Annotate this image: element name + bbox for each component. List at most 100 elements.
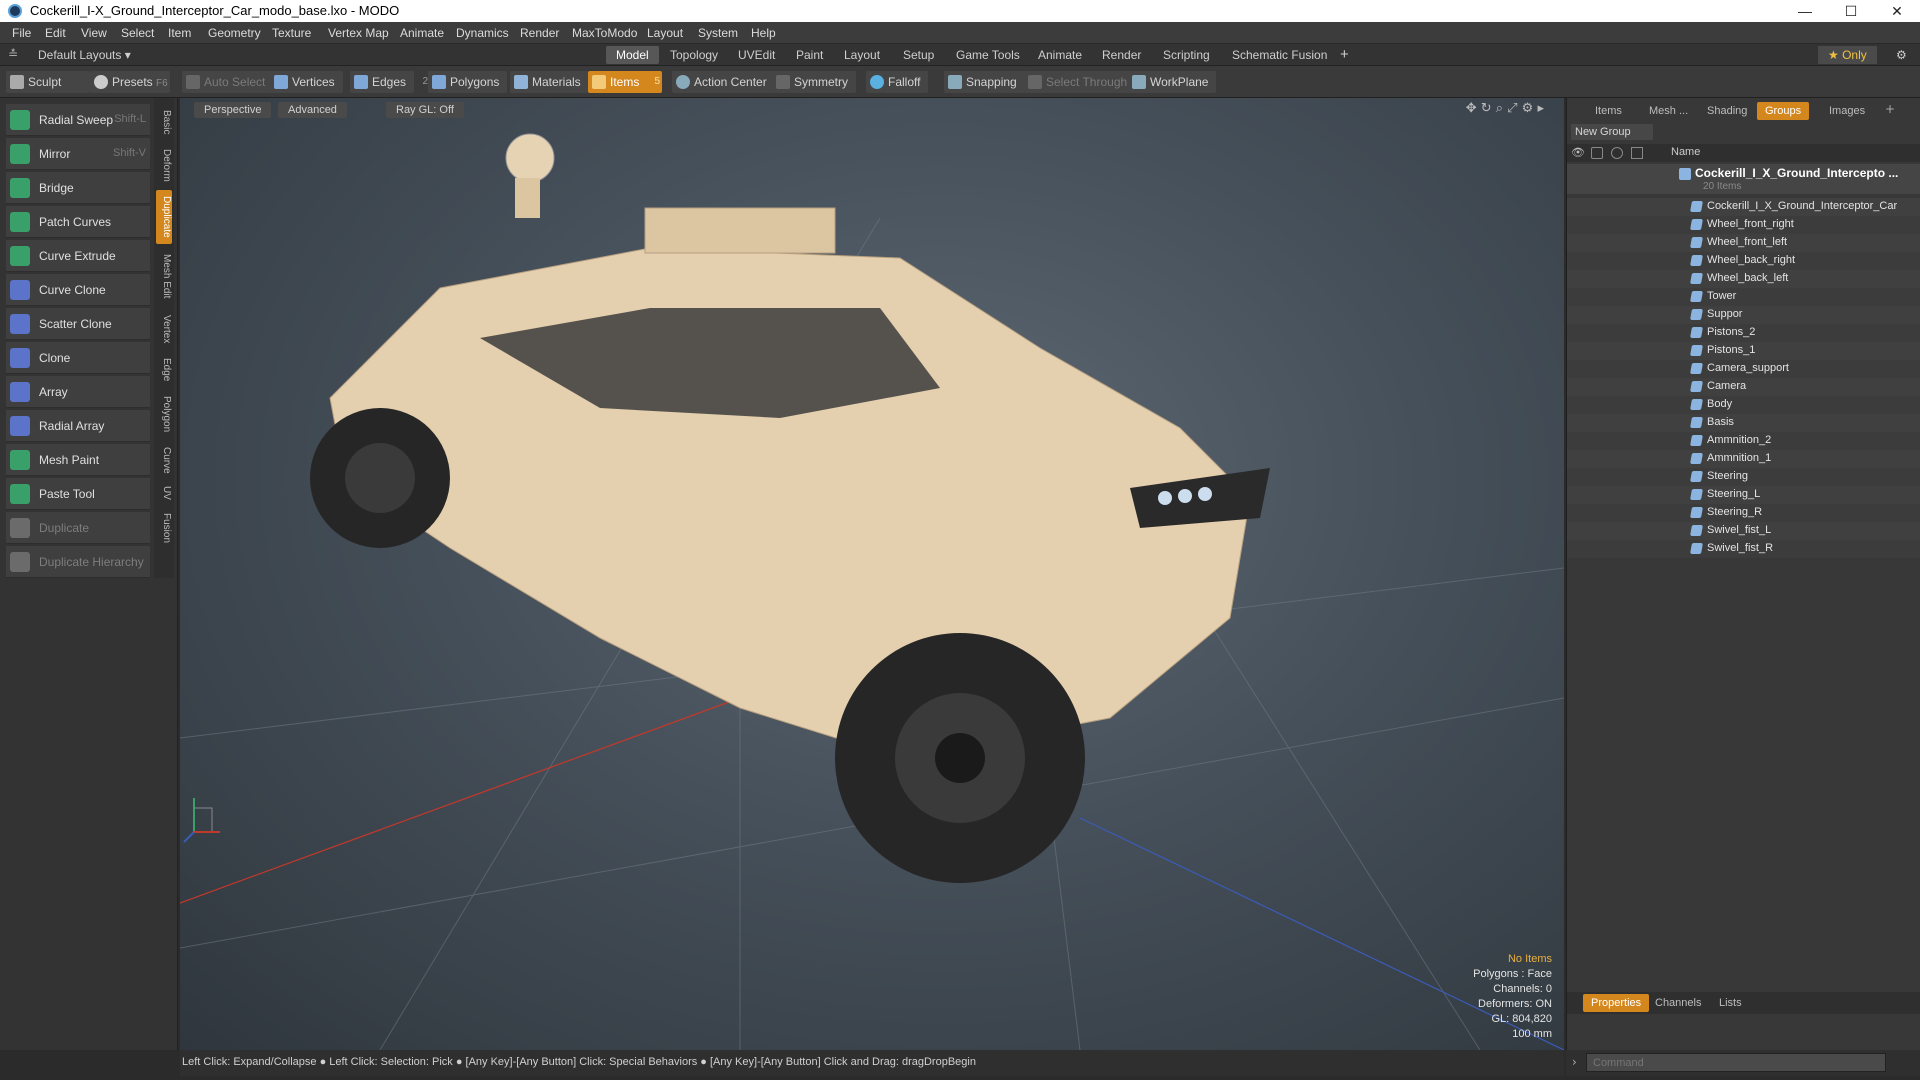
layout-menu-icon[interactable]: ≛: [8, 47, 18, 61]
group-item-row[interactable]: Tower: [1567, 288, 1920, 306]
group-item-row[interactable]: Swivel_fist_R: [1567, 540, 1920, 558]
menu-edit[interactable]: Edit: [45, 26, 66, 40]
default-layouts-dropdown[interactable]: Default Layouts ▾: [28, 46, 141, 64]
falloff-button[interactable]: Falloff: [866, 71, 929, 93]
curve-clone-tool[interactable]: Curve Clone: [6, 274, 150, 306]
mesh-paint-tool[interactable]: Mesh Paint: [6, 444, 150, 476]
menu-file[interactable]: File: [12, 26, 31, 40]
menu-geometry[interactable]: Geometry: [208, 26, 261, 40]
workplane-button[interactable]: WorkPlane: [1128, 71, 1217, 93]
group-item-row[interactable]: Suppor: [1567, 306, 1920, 324]
group-item-row[interactable]: Swivel_fist_L: [1567, 522, 1920, 540]
duplicate-tool[interactable]: Duplicate: [6, 512, 150, 544]
array-tool[interactable]: Array: [6, 376, 150, 408]
new-group-button[interactable]: New Group: [1571, 124, 1653, 140]
add-tab-button[interactable]: +: [1330, 46, 1359, 64]
menu-view[interactable]: View: [81, 26, 107, 40]
tab-curve[interactable]: Curve: [156, 442, 172, 478]
tab-game-tools[interactable]: Game Tools: [946, 46, 1030, 64]
tab-deform[interactable]: Deform: [156, 144, 172, 186]
menu-item[interactable]: Item: [168, 26, 191, 40]
edges-button[interactable]: Edges 2: [350, 71, 428, 93]
group-item-row[interactable]: Steering_R: [1567, 504, 1920, 522]
sculpt-button[interactable]: Sculpt: [6, 71, 90, 93]
close-button[interactable]: ✕: [1874, 0, 1920, 22]
menu-vertex-map[interactable]: Vertex Map: [328, 26, 389, 40]
menu-select[interactable]: Select: [121, 26, 154, 40]
action-center-button[interactable]: Action Center: [672, 71, 775, 93]
command-input[interactable]: [1586, 1053, 1886, 1072]
tab-uv[interactable]: UV: [156, 482, 172, 504]
symmetry-button[interactable]: Symmetry: [772, 71, 856, 93]
tab-edge[interactable]: Edge: [156, 354, 172, 386]
patch-curves-tool[interactable]: Patch Curves: [6, 206, 150, 238]
tab-shading[interactable]: Shading: [1699, 102, 1755, 120]
bridge-tool[interactable]: Bridge: [6, 172, 150, 204]
render-toggle-icon[interactable]: [1591, 147, 1603, 159]
tab-fusion[interactable]: Fusion: [156, 508, 172, 548]
maximize-button[interactable]: ☐: [1828, 0, 1874, 22]
select-toggle-icon[interactable]: [1631, 147, 1643, 159]
presets-button[interactable]: Presets F6: [90, 71, 170, 93]
tab-polygon[interactable]: Polygon: [156, 390, 172, 438]
paste-tool[interactable]: Paste Tool: [6, 478, 150, 510]
clone-tool[interactable]: Clone: [6, 342, 150, 374]
group-row[interactable]: Cockerill_I_X_Ground_Intercepto ... 20 I…: [1567, 164, 1920, 194]
group-item-row[interactable]: Ammnition_1: [1567, 450, 1920, 468]
group-item-row[interactable]: Wheel_front_right: [1567, 216, 1920, 234]
tab-mesh-edit[interactable]: Mesh Edit: [156, 248, 172, 304]
group-item-row[interactable]: Ammnition_2: [1567, 432, 1920, 450]
scatter-clone-tool[interactable]: Scatter Clone: [6, 308, 150, 340]
curve-extrude-tool[interactable]: Curve Extrude: [6, 240, 150, 272]
menu-system[interactable]: System: [698, 26, 738, 40]
tab-animate[interactable]: Animate: [1028, 46, 1092, 64]
visibility-eye-icon[interactable]: 👁: [1571, 146, 1585, 159]
group-item-row[interactable]: Pistons_1: [1567, 342, 1920, 360]
menu-texture[interactable]: Texture: [272, 26, 311, 40]
tab-basic[interactable]: Basic: [156, 104, 172, 140]
tab-model[interactable]: Model: [606, 46, 659, 64]
materials-button[interactable]: Materials: [510, 71, 589, 93]
auto-select-button[interactable]: Auto Select: [182, 71, 274, 93]
group-item-row[interactable]: Wheel_back_left: [1567, 270, 1920, 288]
tab-vertex[interactable]: Vertex: [156, 308, 172, 350]
minimize-button[interactable]: —: [1782, 0, 1828, 22]
only-toggle[interactable]: ★ Only: [1818, 46, 1877, 64]
group-item-row[interactable]: Wheel_front_left: [1567, 234, 1920, 252]
lock-icon[interactable]: [1611, 147, 1623, 159]
group-item-row[interactable]: Cockerill_I_X_Ground_Interceptor_Car: [1567, 198, 1920, 216]
group-item-row[interactable]: Camera_support: [1567, 360, 1920, 378]
group-item-row[interactable]: Steering: [1567, 468, 1920, 486]
menu-help[interactable]: Help: [751, 26, 776, 40]
tab-render[interactable]: Render: [1092, 46, 1151, 64]
tab-paint[interactable]: Paint: [786, 46, 833, 64]
radial-sweep-tool[interactable]: Radial Sweep Shift-L: [6, 104, 150, 136]
tab-uvedit[interactable]: UVEdit: [728, 46, 785, 64]
tab-layout[interactable]: Layout: [834, 46, 890, 64]
polygons-button[interactable]: Polygons: [428, 71, 508, 93]
add-panel-icon[interactable]: +: [1885, 102, 1895, 116]
group-item-row[interactable]: Pistons_2: [1567, 324, 1920, 342]
tab-topology[interactable]: Topology: [660, 46, 728, 64]
menu-dynamics[interactable]: Dynamics: [456, 26, 509, 40]
select-through-button[interactable]: Select Through: [1024, 71, 1136, 93]
items-button[interactable]: Items 5: [588, 71, 662, 93]
tab-lists[interactable]: Lists: [1711, 994, 1750, 1012]
menu-animate[interactable]: Animate: [400, 26, 444, 40]
group-item-row[interactable]: Wheel_back_right: [1567, 252, 1920, 270]
group-item-row[interactable]: Basis: [1567, 414, 1920, 432]
snapping-button[interactable]: Snapping: [944, 71, 1025, 93]
gear-icon[interactable]: ⚙: [1886, 46, 1917, 64]
tab-duplicate[interactable]: Duplicate: [156, 190, 172, 244]
group-item-row[interactable]: Body: [1567, 396, 1920, 414]
menu-maxtomodo[interactable]: MaxToModo: [572, 26, 637, 40]
group-item-row[interactable]: Camera: [1567, 378, 1920, 396]
vertices-button[interactable]: Vertices1: [270, 71, 357, 93]
tab-properties[interactable]: Properties: [1583, 994, 1650, 1012]
tab-groups[interactable]: Groups: [1757, 102, 1810, 120]
tab-mesh[interactable]: Mesh ...: [1641, 102, 1696, 120]
tab-schematic-fusion[interactable]: Schematic Fusion: [1222, 46, 1337, 64]
tab-setup[interactable]: Setup: [893, 46, 944, 64]
3d-viewport[interactable]: Perspective Advanced Ray GL: Off ✥ ↻ ⌕ ⤢…: [180, 98, 1564, 1050]
tab-scripting[interactable]: Scripting: [1153, 46, 1220, 64]
